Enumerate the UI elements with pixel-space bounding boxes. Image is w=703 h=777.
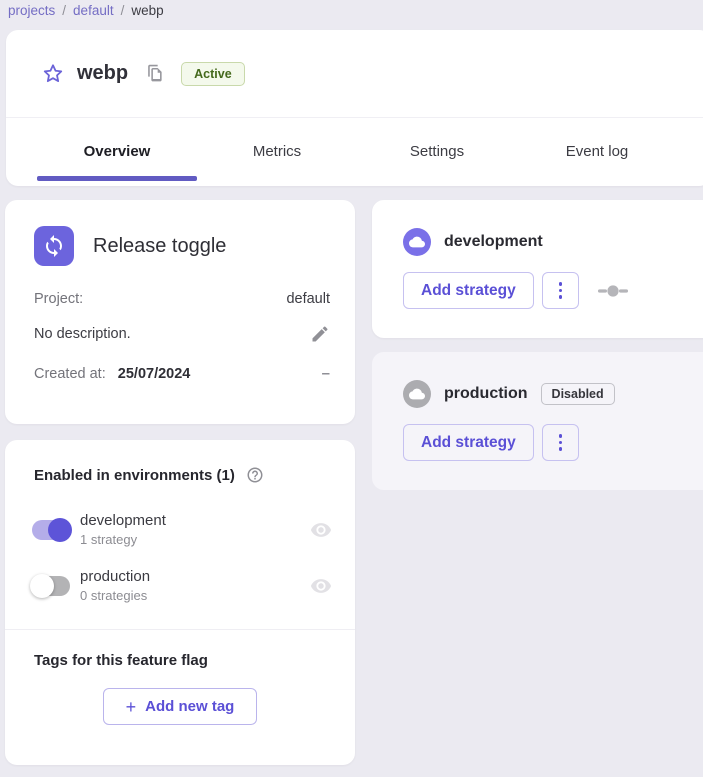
project-label: Project: (34, 291, 83, 307)
cloud-environment-icon (403, 228, 431, 256)
environment-menu-button[interactable] (542, 424, 579, 461)
breadcrumb-link-projects[interactable]: projects (8, 3, 55, 18)
environments-card: Enabled in environments (1) development … (5, 440, 355, 765)
tab-overview[interactable]: Overview (37, 118, 197, 185)
copy-icon (145, 64, 164, 83)
status-badge: Active (181, 62, 245, 86)
eye-icon (310, 519, 332, 541)
feature-name: webp (77, 62, 128, 85)
environments-title: Enabled in environments (1) (34, 467, 235, 484)
project-value: default (286, 291, 330, 307)
add-strategy-button[interactable]: Add strategy (403, 272, 534, 309)
tab-event-log[interactable]: Event log (517, 118, 677, 185)
breadcrumb: projects / default / webp (8, 1, 164, 19)
environment-menu-button[interactable] (542, 272, 579, 309)
active-tab-underline (37, 176, 197, 181)
breadcrumb-link-default[interactable]: default (73, 3, 114, 18)
flag-type-label: Release toggle (93, 235, 226, 258)
description-text: No description. (34, 326, 131, 342)
environment-row-production: production 0 strategies (32, 567, 332, 605)
created-label: Created at: (34, 366, 106, 382)
feature-header-card: webp Active Overview Metrics Settings Ev… (6, 30, 703, 186)
description-row: No description. (34, 324, 330, 344)
tab-bar: Overview Metrics Settings Event log (6, 118, 703, 185)
help-icon (246, 466, 264, 484)
kebab-dot (559, 441, 563, 445)
disabled-badge: Disabled (541, 383, 615, 405)
created-value: 25/07/2024 (118, 366, 191, 382)
kebab-dot (559, 434, 563, 438)
production-environment-panel: production Disabled Add strategy (372, 352, 703, 490)
edit-description-button[interactable] (310, 324, 330, 344)
preview-production-button[interactable] (310, 575, 332, 597)
development-toggle[interactable] (32, 520, 70, 540)
eye-icon (310, 575, 332, 597)
environments-help-button[interactable] (246, 466, 264, 484)
project-row: Project: default (34, 291, 330, 307)
release-toggle-icon (34, 226, 74, 266)
flag-details-card: Release toggle Project: default No descr… (5, 200, 355, 424)
tab-settings[interactable]: Settings (357, 118, 517, 185)
breadcrumb-separator: / (62, 3, 66, 18)
environments-header: Enabled in environments (1) (34, 466, 330, 484)
tags-title: Tags for this feature flag (34, 652, 330, 669)
kebab-dot (559, 447, 563, 451)
add-strategy-button[interactable]: Add strategy (403, 424, 534, 461)
kebab-dot (559, 282, 563, 286)
environment-panel-name: development (444, 233, 543, 251)
add-new-tag-button[interactable]: + Add new tag (103, 688, 257, 725)
lifecycle-stage-icon[interactable] (598, 285, 628, 297)
toggle-knob (30, 574, 54, 598)
kebab-dot (559, 289, 563, 293)
created-row: Created at: 25/07/2024 – (34, 365, 330, 382)
plus-icon: + (126, 698, 137, 716)
environment-name: development (80, 511, 166, 531)
feature-title-row: webp Active (6, 30, 703, 118)
breadcrumb-current: webp (131, 3, 163, 18)
favorite-star-button[interactable] (41, 62, 65, 86)
feature-flag-page: projects / default / webp webp Active Ov… (0, 0, 703, 777)
tab-metrics[interactable]: Metrics (197, 118, 357, 185)
environment-panel-name: production (444, 385, 528, 403)
environment-name: production (80, 567, 150, 587)
star-icon (41, 62, 65, 86)
card-divider (5, 629, 355, 630)
environment-row-development: development 1 strategy (32, 511, 332, 549)
copy-name-button[interactable] (144, 64, 164, 84)
toggle-knob (48, 518, 72, 542)
development-environment-panel: development Add strategy (372, 200, 703, 338)
kebab-dot (559, 295, 563, 299)
flag-type-header: Release toggle (34, 226, 330, 266)
edit-pencil-icon (310, 324, 330, 344)
strategy-count: 0 strategies (80, 587, 150, 605)
strategy-count: 1 strategy (80, 531, 166, 549)
expiry-dash: – (322, 365, 330, 382)
cloud-environment-icon (403, 380, 431, 408)
breadcrumb-separator: / (121, 3, 125, 18)
preview-development-button[interactable] (310, 519, 332, 541)
production-toggle[interactable] (32, 576, 70, 596)
